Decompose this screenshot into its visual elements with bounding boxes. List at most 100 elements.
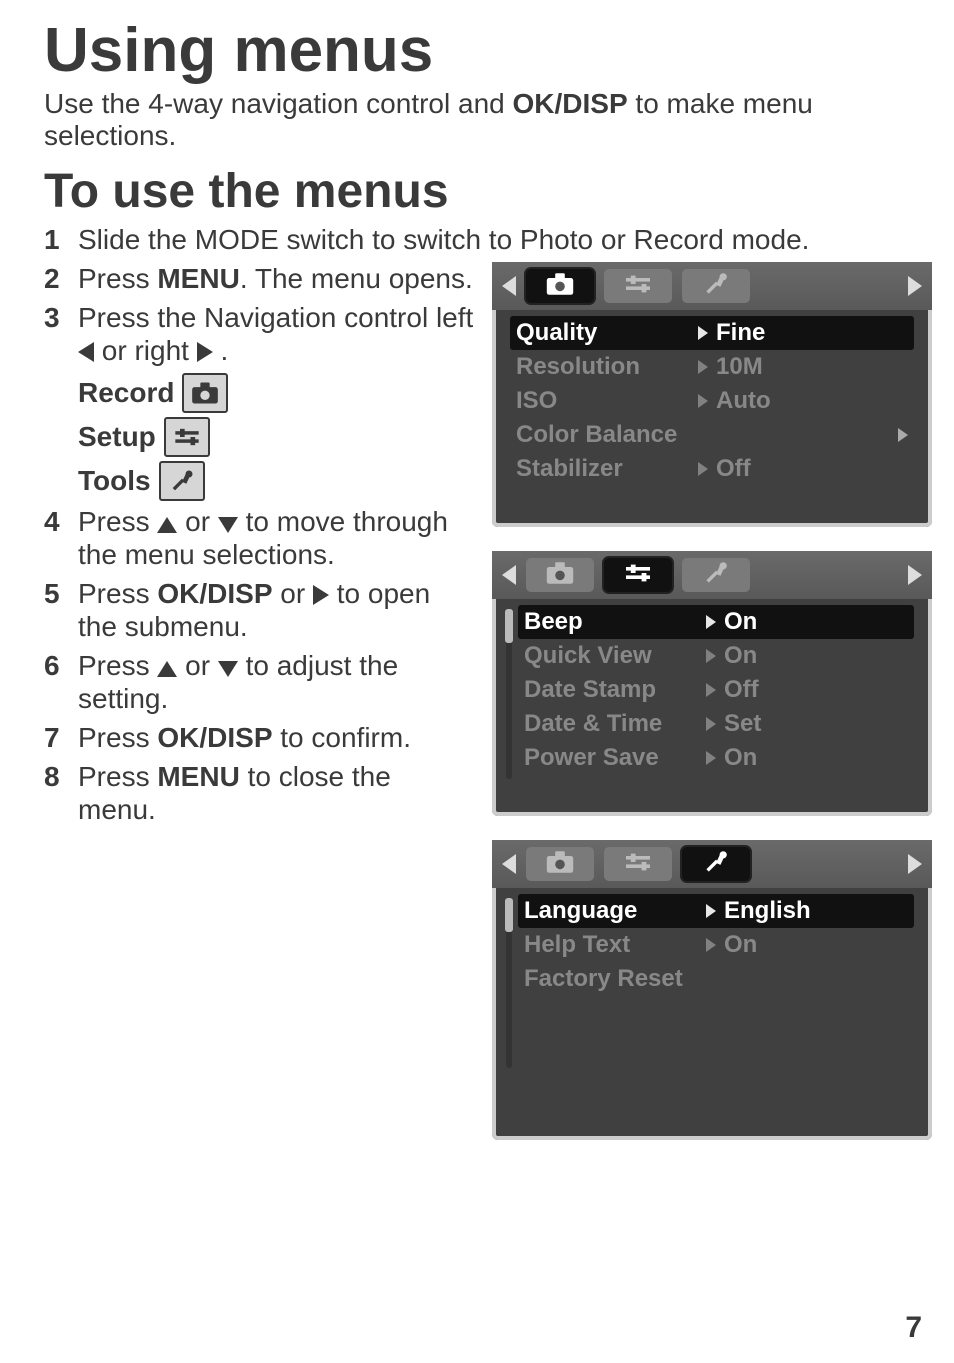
step-4: 4 Press or to move through the menu sele… bbox=[44, 505, 474, 571]
step-post: to confirm. bbox=[273, 722, 411, 753]
caret-right-icon bbox=[898, 428, 908, 442]
menu-row[interactable]: BeepOn bbox=[518, 605, 914, 639]
triangle-up-icon bbox=[157, 517, 177, 533]
nav-left-icon[interactable] bbox=[502, 565, 516, 585]
menu-row[interactable]: Quick View On bbox=[518, 639, 914, 673]
tab-tools[interactable] bbox=[682, 558, 750, 592]
page-number: 7 bbox=[905, 1311, 922, 1345]
menu-row-value: Set bbox=[724, 710, 908, 738]
tab-camera[interactable] bbox=[526, 847, 594, 881]
menu-row-value: Auto bbox=[716, 387, 908, 415]
caret-right-icon bbox=[706, 683, 716, 697]
menu-row-label: Color Balance bbox=[516, 421, 698, 449]
menu-row[interactable]: LanguageEnglish bbox=[518, 894, 914, 928]
nav-right-icon[interactable] bbox=[908, 565, 922, 585]
step-post: or right bbox=[94, 335, 197, 366]
menu-row[interactable]: Help TextOn bbox=[518, 928, 914, 962]
menu-row[interactable]: StabilizerOff bbox=[510, 452, 914, 486]
scrollbar[interactable] bbox=[506, 898, 512, 1068]
step-bold: OK/DISP bbox=[157, 722, 272, 753]
tools-icon bbox=[159, 461, 205, 501]
scrollbar-thumb[interactable] bbox=[505, 898, 513, 932]
menu-row-value: Fine bbox=[716, 319, 908, 347]
triangle-down-icon bbox=[218, 517, 238, 533]
step-post: or bbox=[273, 578, 313, 609]
triangle-down-icon bbox=[218, 661, 238, 677]
step-8: 8 Press MENU to close the menu. bbox=[44, 760, 474, 826]
sliders-icon bbox=[623, 850, 653, 879]
menu-row-value: Off bbox=[716, 455, 908, 483]
step-text: Press or to move through the menu select… bbox=[78, 505, 474, 571]
menu-row[interactable]: Date & TimeSet bbox=[518, 707, 914, 741]
menu-row[interactable]: ISO Auto bbox=[510, 384, 914, 418]
menu-row[interactable]: Date StampOff bbox=[518, 673, 914, 707]
record-text: Record bbox=[78, 377, 174, 409]
record-label: Record bbox=[78, 373, 474, 413]
tab-sliders[interactable] bbox=[604, 269, 672, 303]
menu-body: LanguageEnglishHelp TextOn Factory Reset bbox=[492, 888, 932, 996]
menu-row-value: On bbox=[724, 642, 908, 670]
triangle-right-icon bbox=[313, 585, 329, 605]
step-pre: Press bbox=[78, 578, 157, 609]
tab-tools[interactable] bbox=[682, 269, 750, 303]
caret-right-icon bbox=[706, 904, 716, 918]
step-text: Press MENU. The menu opens. bbox=[78, 262, 473, 295]
intro-text: Use the 4-way navigation control and OK/… bbox=[44, 88, 924, 152]
tab-sliders[interactable] bbox=[604, 847, 672, 881]
menu-row[interactable]: Factory Reset bbox=[518, 962, 914, 996]
page-title: Using menus bbox=[44, 20, 924, 82]
step-mid: or bbox=[177, 506, 217, 537]
menu-row-label: ISO bbox=[516, 387, 698, 415]
camera-icon bbox=[545, 561, 575, 590]
tools-icon bbox=[701, 561, 731, 590]
tools-label: Tools bbox=[78, 461, 474, 501]
nav-left-icon[interactable] bbox=[502, 854, 516, 874]
menu-screen: BeepOnQuick ViewOnDate StampOffDate & Ti… bbox=[492, 551, 932, 816]
menu-row-label: Resolution bbox=[516, 353, 698, 381]
setup-text: Setup bbox=[78, 421, 156, 453]
step-number: 1 bbox=[44, 223, 64, 256]
step-mid: or bbox=[177, 650, 217, 681]
step-post: . The menu opens. bbox=[240, 263, 473, 294]
scrollbar[interactable] bbox=[506, 609, 512, 779]
step-text: Press the Navigation control left or rig… bbox=[78, 301, 474, 367]
menu-row-value: 10M bbox=[716, 353, 908, 381]
menu-row-label: Factory Reset bbox=[524, 965, 706, 993]
setup-label: Setup bbox=[78, 417, 474, 457]
menu-body: BeepOnQuick ViewOnDate StampOffDate & Ti… bbox=[492, 599, 932, 775]
step-number: 4 bbox=[44, 505, 64, 571]
scrollbar-thumb[interactable] bbox=[505, 609, 513, 643]
tab-sliders[interactable] bbox=[604, 558, 672, 592]
camera-icon bbox=[545, 850, 575, 879]
menu-row[interactable]: QualityFine bbox=[510, 316, 914, 350]
menu-row-value: On bbox=[724, 744, 908, 772]
menu-row-label: Quick View bbox=[524, 642, 706, 670]
step-pre: Press bbox=[78, 761, 157, 792]
tab-bar bbox=[492, 840, 932, 888]
step-text: Slide the MODE switch to switch to Photo… bbox=[78, 223, 809, 256]
nav-left-icon[interactable] bbox=[502, 276, 516, 296]
step-number: 2 bbox=[44, 262, 64, 295]
tab-tools[interactable] bbox=[682, 847, 750, 881]
tools-icon bbox=[701, 850, 731, 879]
tab-camera[interactable] bbox=[526, 558, 594, 592]
caret-right-icon bbox=[698, 360, 708, 374]
tab-camera[interactable] bbox=[526, 269, 594, 303]
step-pre: Press bbox=[78, 650, 157, 681]
triangle-left-icon bbox=[78, 342, 94, 362]
caret-right-icon bbox=[706, 751, 716, 765]
step-3: 3 Press the Navigation control left or r… bbox=[44, 301, 474, 367]
menu-row[interactable]: Resolution 10M bbox=[510, 350, 914, 384]
menu-row-label: Help Text bbox=[524, 931, 706, 959]
tab-bar bbox=[492, 551, 932, 599]
menu-row[interactable]: Power SaveOn bbox=[518, 741, 914, 775]
menu-row[interactable]: Color Balance bbox=[510, 418, 914, 452]
nav-right-icon[interactable] bbox=[908, 276, 922, 296]
menu-body: QualityFine Resolution 10M ISO Auto Color Bal… bbox=[492, 310, 932, 486]
sliders-icon bbox=[623, 272, 653, 301]
caret-right-icon bbox=[698, 462, 708, 476]
menu-row-value: Off bbox=[724, 676, 908, 704]
nav-right-icon[interactable] bbox=[908, 854, 922, 874]
step-number: 6 bbox=[44, 649, 64, 715]
menu-row-label: Beep bbox=[524, 608, 706, 636]
